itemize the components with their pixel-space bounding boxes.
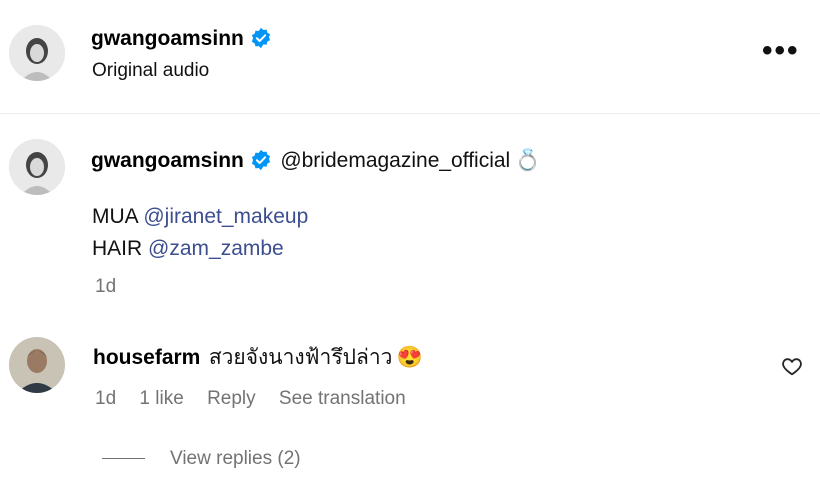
verified-badge-icon — [251, 27, 270, 49]
heart-eyes-emoji: 😍 — [396, 346, 424, 369]
hair-mention-link[interactable]: @zam_zambe — [148, 237, 284, 260]
header-username[interactable]: gwangoamsinn — [91, 27, 244, 50]
comment-text: สวยจังนางฟ้ารึปล่าว — [208, 346, 393, 369]
comment-timestamp[interactable]: 1d — [95, 388, 116, 409]
mua-label: MUA — [92, 205, 138, 228]
heart-icon — [782, 358, 802, 376]
like-comment-icon[interactable] — [781, 355, 803, 382]
caption-mention-link[interactable]: @bridemagazine_official — [280, 149, 510, 172]
caption-line-mua: MUA @jiranet_makeup — [92, 201, 308, 233]
view-replies-button[interactable]: View replies (2) — [170, 448, 301, 470]
original-audio-label[interactable]: Original audio — [92, 60, 209, 82]
caption-line-hair: HAIR @zam_zambe — [92, 233, 308, 265]
header-avatar[interactable] — [9, 25, 65, 81]
profile-photo-icon — [9, 337, 65, 393]
ring-emoji: 💍 — [514, 149, 541, 172]
header-divider — [0, 113, 820, 114]
hair-label: HAIR — [92, 237, 143, 260]
reply-button[interactable]: Reply — [207, 388, 256, 409]
comment-likes-count[interactable]: 1 like — [139, 388, 183, 409]
caption-timestamp[interactable]: 1d — [95, 276, 116, 298]
profile-photo-icon — [9, 25, 65, 81]
commenter-avatar[interactable] — [9, 337, 65, 393]
commenter-username[interactable]: housefarm — [93, 346, 200, 369]
mua-mention-link[interactable]: @jiranet_makeup — [143, 205, 308, 228]
caption-username[interactable]: gwangoamsinn — [91, 149, 244, 172]
see-translation-button[interactable]: See translation — [279, 388, 406, 409]
profile-photo-icon — [9, 139, 65, 195]
caption-avatar[interactable] — [9, 139, 65, 195]
more-options-icon[interactable]: ••• — [762, 34, 800, 68]
replies-divider-line — [102, 458, 145, 459]
verified-badge-icon — [251, 149, 270, 171]
